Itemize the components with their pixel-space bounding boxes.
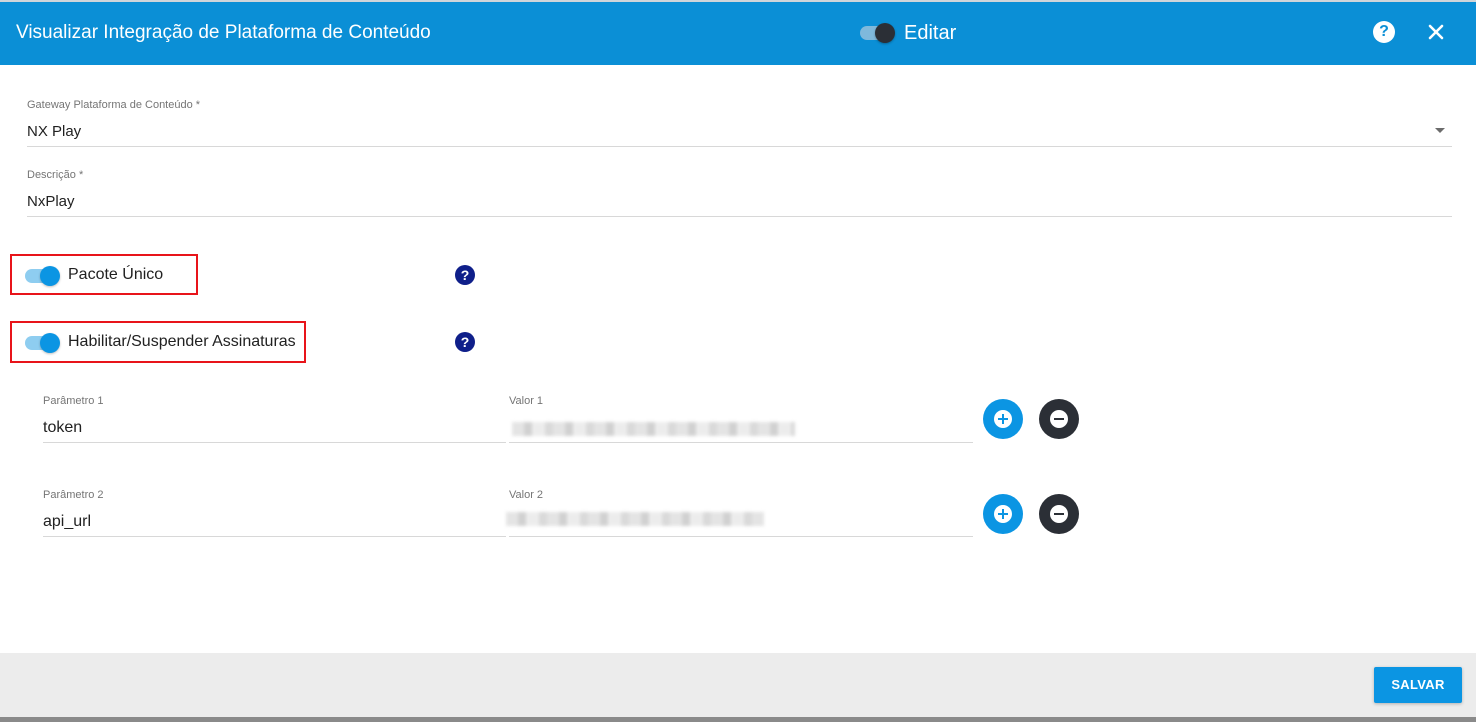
- parametro-1-field[interactable]: Parâmetro 1 token: [43, 395, 506, 443]
- habilitar-toggle[interactable]: [25, 330, 61, 354]
- parametro-2-value: api_url: [43, 513, 92, 530]
- gateway-label: Gateway Plataforma de Conteúdo *: [27, 99, 201, 111]
- descricao-value: NxPlay: [27, 193, 75, 210]
- minus-circle-icon: [1050, 410, 1068, 428]
- add-parameter-button[interactable]: [983, 399, 1023, 439]
- descricao-label: Descrição *: [27, 169, 84, 181]
- dropdown-caret-icon: [1435, 128, 1445, 133]
- save-button[interactable]: SALVAR: [1374, 667, 1462, 703]
- remove-parameter-button[interactable]: [1039, 399, 1079, 439]
- pacote-unico-label: Pacote Único: [68, 266, 164, 283]
- pacote-unico-thumb: [40, 266, 60, 286]
- add-parameter-button[interactable]: [983, 494, 1023, 534]
- valor-2-underline: [509, 536, 973, 537]
- plus-circle-icon: [994, 505, 1012, 523]
- edit-toggle[interactable]: [860, 22, 896, 46]
- habilitar-label: Habilitar/Suspender Assinaturas: [68, 333, 296, 350]
- valor-2-label: Valor 2: [509, 489, 544, 501]
- parametro-1-value: token: [43, 419, 83, 436]
- help-icon[interactable]: ?: [1373, 21, 1395, 43]
- gateway-underline: [27, 146, 1452, 147]
- valor-1-label: Valor 1: [509, 395, 544, 407]
- minus-circle-icon: [1050, 505, 1068, 523]
- dialog-header: Visualizar Integração de Plataforma de C…: [0, 2, 1476, 65]
- descricao-field[interactable]: Descrição * NxPlay: [27, 169, 1452, 217]
- gateway-value: NX Play: [27, 123, 82, 140]
- valor-1-redacted-value: [512, 422, 795, 436]
- edit-label: Editar: [904, 22, 957, 44]
- valor-1-underline: [509, 442, 973, 443]
- close-icon[interactable]: [1425, 18, 1449, 46]
- habilitar-thumb: [40, 333, 60, 353]
- descricao-underline: [27, 216, 1452, 217]
- bottom-strip: [0, 717, 1476, 722]
- valor-2-redacted-value: [506, 512, 764, 526]
- dialog-footer: SALVAR: [0, 653, 1476, 717]
- pacote-unico-help-icon[interactable]: ?: [455, 265, 475, 285]
- parametro-1-label: Parâmetro 1: [43, 395, 104, 407]
- parametro-2-field[interactable]: Parâmetro 2 api_url: [43, 489, 506, 537]
- valor-1-field[interactable]: Valor 1: [509, 395, 973, 443]
- habilitar-help-icon[interactable]: ?: [455, 332, 475, 352]
- parametro-2-label: Parâmetro 2: [43, 489, 104, 501]
- remove-parameter-button[interactable]: [1039, 494, 1079, 534]
- pacote-unico-toggle[interactable]: [25, 263, 61, 287]
- edit-toggle-thumb: [875, 23, 895, 43]
- dialog-title: Visualizar Integração de Plataforma de C…: [16, 22, 431, 43]
- valor-2-field[interactable]: Valor 2: [506, 489, 973, 537]
- gateway-select[interactable]: Gateway Plataforma de Conteúdo * NX Play: [27, 99, 1452, 147]
- plus-circle-icon: [994, 410, 1012, 428]
- parametro-1-underline: [43, 442, 506, 443]
- parametro-2-underline: [43, 536, 506, 537]
